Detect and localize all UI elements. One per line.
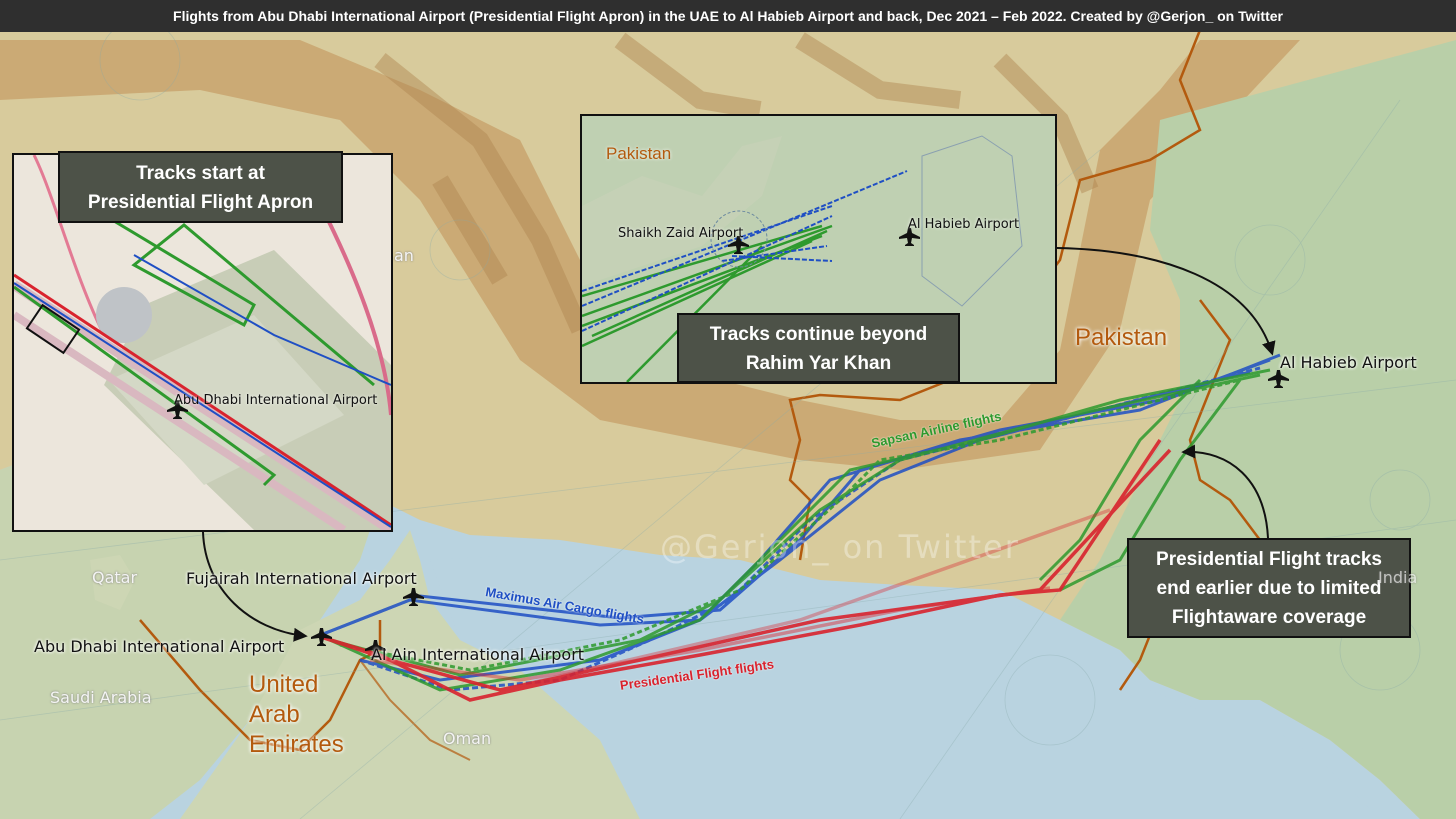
al-habieb-airport-label: Al Habieb Airport	[1280, 353, 1417, 372]
oman-label: Oman	[443, 729, 492, 748]
watermark: @Gerjon_ on Twitter	[660, 528, 1020, 566]
inset-shaikh-zaid-label: Shaikh Zaid Airport	[618, 226, 744, 241]
iran-fragment-label: an	[394, 246, 414, 265]
callout-tracks-start: Tracks start at Presidential Flight Apro…	[58, 151, 343, 223]
inset-abu-dhabi-airport-label: Abu Dhabi International Airport	[174, 393, 378, 408]
inset-al-habieb-label: Al Habieb Airport	[908, 217, 1020, 232]
india-label: India	[1378, 568, 1418, 587]
pakistan-label: Pakistan	[1075, 324, 1168, 351]
callout-tracks-continue: Tracks continue beyond Rahim Yar Khan	[677, 313, 960, 383]
callout-tracks-end: Presidential Flight tracks end earlier d…	[1127, 538, 1411, 638]
map-title: Flights from Abu Dhabi International Air…	[0, 0, 1456, 32]
saudi-label: Saudi Arabia	[50, 688, 152, 707]
al-ain-airport-label: Al Ain International Airport	[371, 645, 585, 664]
fujairah-airport-label: Fujairah International Airport	[186, 569, 417, 588]
qatar-label: Qatar	[92, 568, 138, 587]
uae-label: United Arab Emirates	[249, 671, 344, 758]
inset-pakistan-label: Pakistan	[606, 144, 672, 163]
abu-dhabi-airport-label: Abu Dhabi International Airport	[34, 637, 285, 656]
